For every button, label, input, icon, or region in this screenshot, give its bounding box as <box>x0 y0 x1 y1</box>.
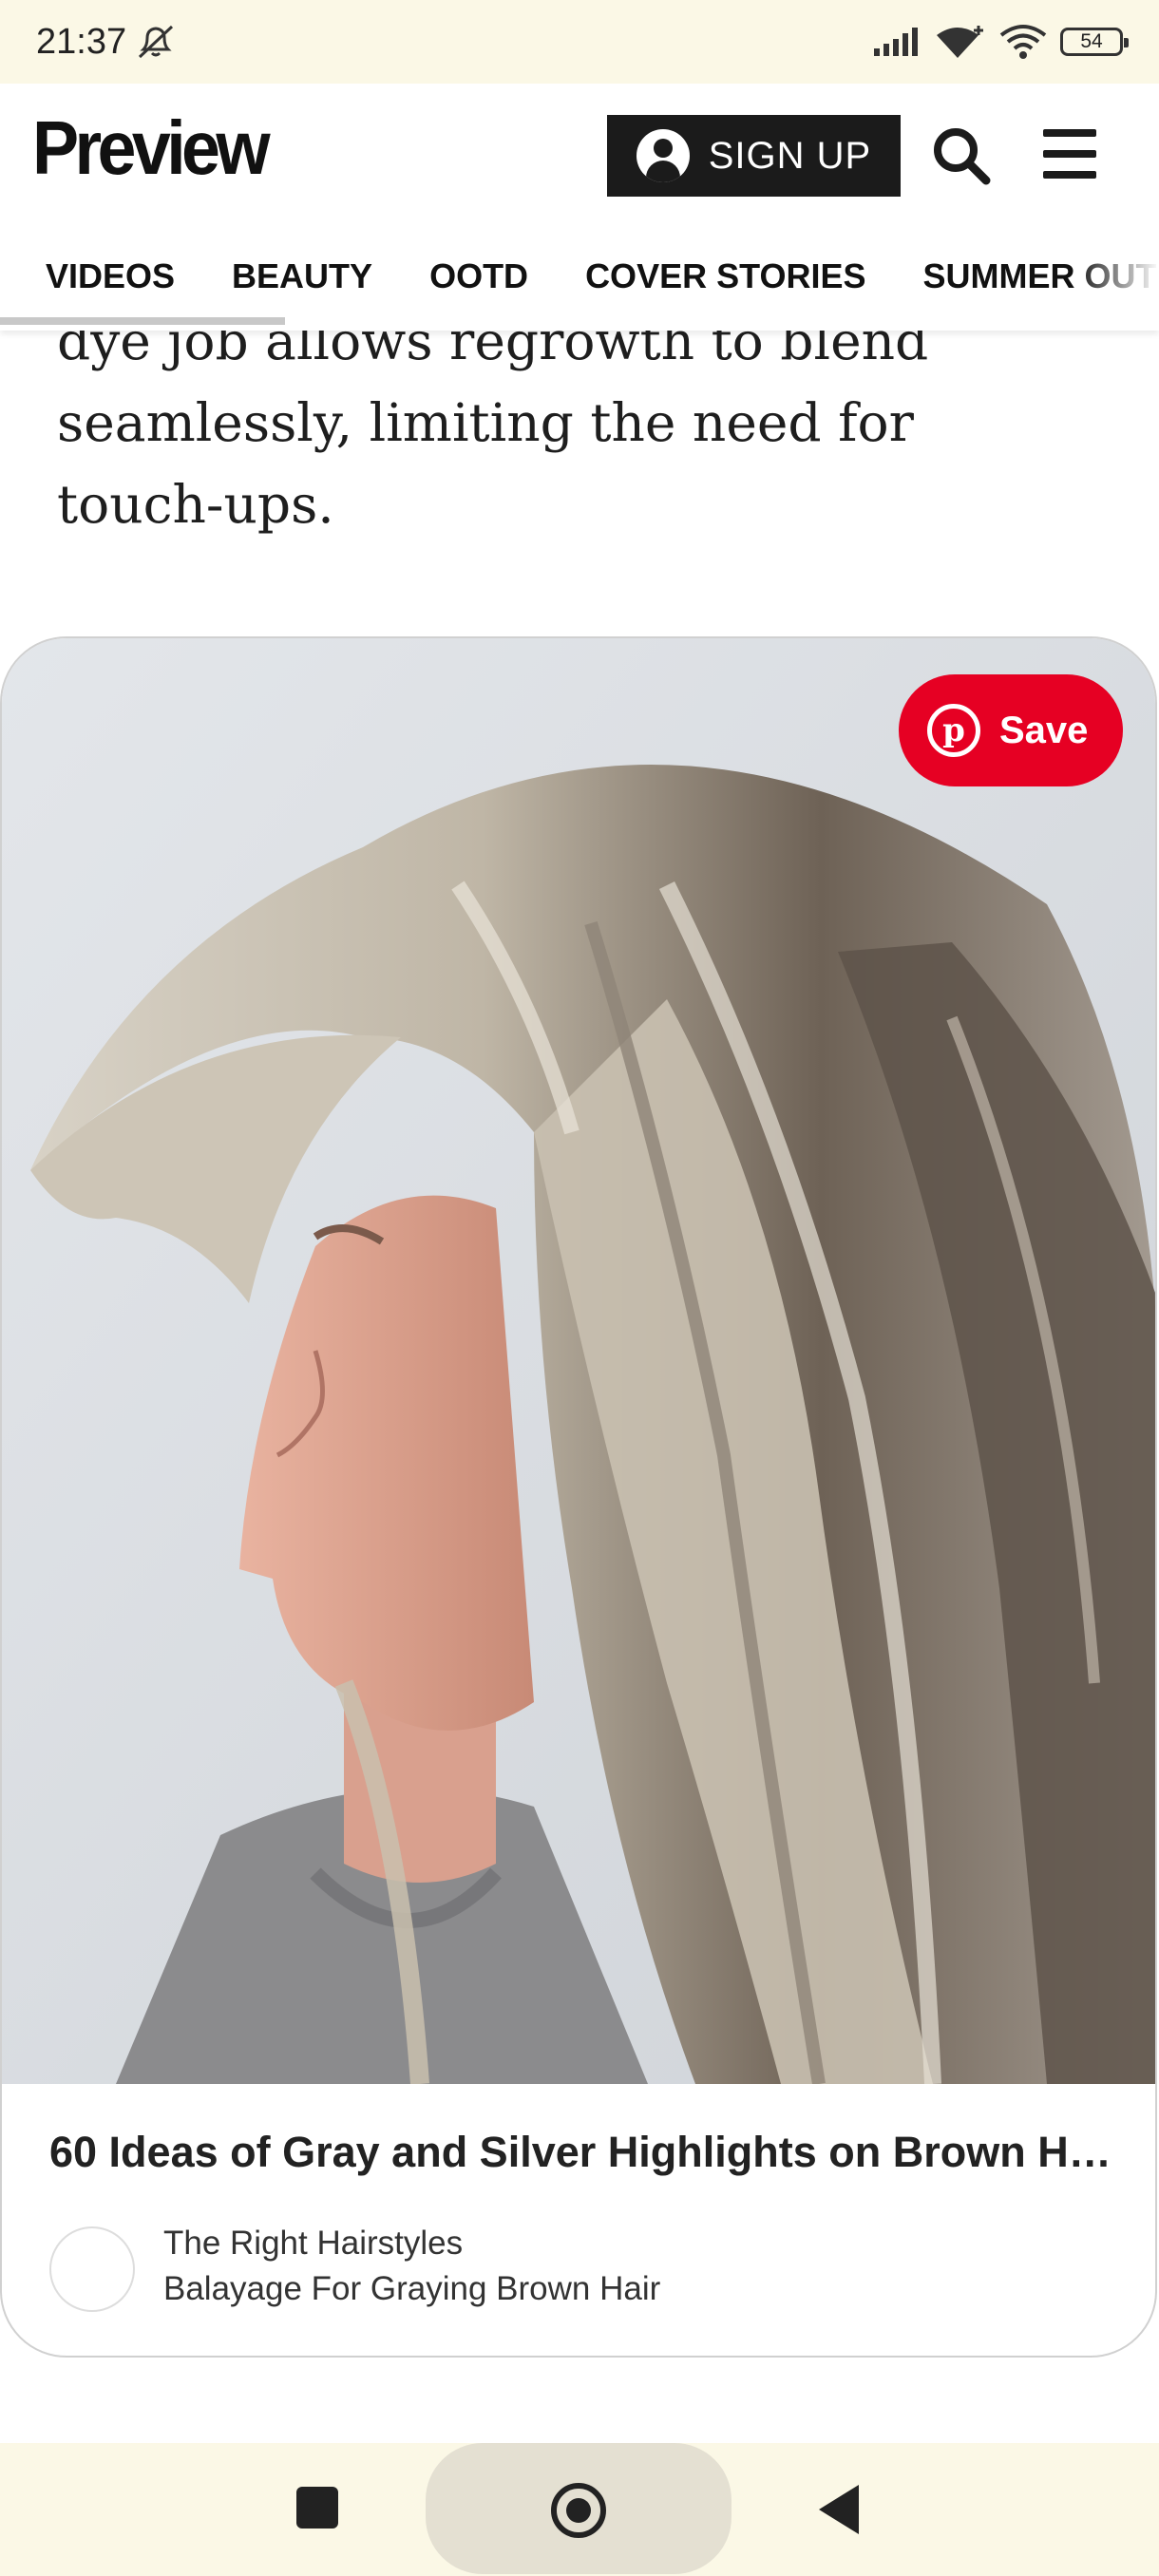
tab-ootd[interactable]: OOTD <box>429 256 528 296</box>
tab-videos[interactable]: VIDEOS <box>46 256 175 296</box>
battery-level: 54 <box>1080 30 1103 52</box>
home-icon[interactable] <box>551 2483 606 2538</box>
sign-up-button[interactable]: SIGN UP <box>607 115 901 197</box>
site-logo[interactable]: Preview <box>32 104 271 192</box>
mute-alarm-icon <box>139 25 174 59</box>
save-label: Save <box>999 709 1089 751</box>
pin-title[interactable]: 60 Ideas of Gray and Silver Highlights o… <box>49 2128 1113 2177</box>
status-left: 21:37 <box>36 22 178 63</box>
tabs-scroll-indicator <box>0 317 285 325</box>
battery-icon: 54 <box>1060 28 1129 56</box>
menu-bar <box>1043 129 1096 137</box>
tab-beauty[interactable]: BEAUTY <box>232 256 372 296</box>
status-right: 54 <box>872 24 1129 60</box>
menu-bar <box>1043 150 1096 158</box>
back-icon[interactable] <box>819 2485 859 2534</box>
tab-cover-stories[interactable]: COVER STORIES <box>585 256 865 296</box>
pinterest-save-button[interactable]: p Save <box>899 674 1123 786</box>
search-icon[interactable] <box>931 125 992 186</box>
wifi-plus-icon <box>937 26 983 58</box>
menu-icon[interactable] <box>1043 129 1096 179</box>
category-tabs: VIDEOS BEAUTY OOTD COVER STORIES SUMMER … <box>46 256 1159 296</box>
category-nav: VIDEOS BEAUTY OOTD COVER STORIES SUMMER … <box>0 218 1159 331</box>
pinterest-icon: p <box>927 704 980 757</box>
article-paragraph: dye job allows regrowth to blend seamles… <box>57 311 929 535</box>
user-icon <box>636 129 690 182</box>
sign-up-label: SIGN UP <box>708 134 872 177</box>
wifi-icon <box>999 25 1047 59</box>
hair-photo <box>2 638 1155 2084</box>
signal-icon <box>874 28 918 56</box>
status-bar: 21:37 54 <box>0 0 1159 84</box>
site-header: Preview SIGN UP <box>0 84 1159 219</box>
avatar[interactable] <box>49 2226 135 2312</box>
pinterest-embed-card[interactable]: p Save 60 Ideas of Gray and Silver Highl… <box>0 636 1157 2358</box>
pin-board-name[interactable]: Balayage For Graying Brown Hair <box>163 2270 660 2308</box>
system-nav-bar <box>0 2443 1159 2576</box>
clock: 21:37 <box>36 21 127 62</box>
tabs-fade <box>1074 218 1159 331</box>
recents-icon[interactable] <box>296 2487 338 2529</box>
menu-bar <box>1043 171 1096 179</box>
pin-source-name[interactable]: The Right Hairstyles <box>163 2225 463 2263</box>
